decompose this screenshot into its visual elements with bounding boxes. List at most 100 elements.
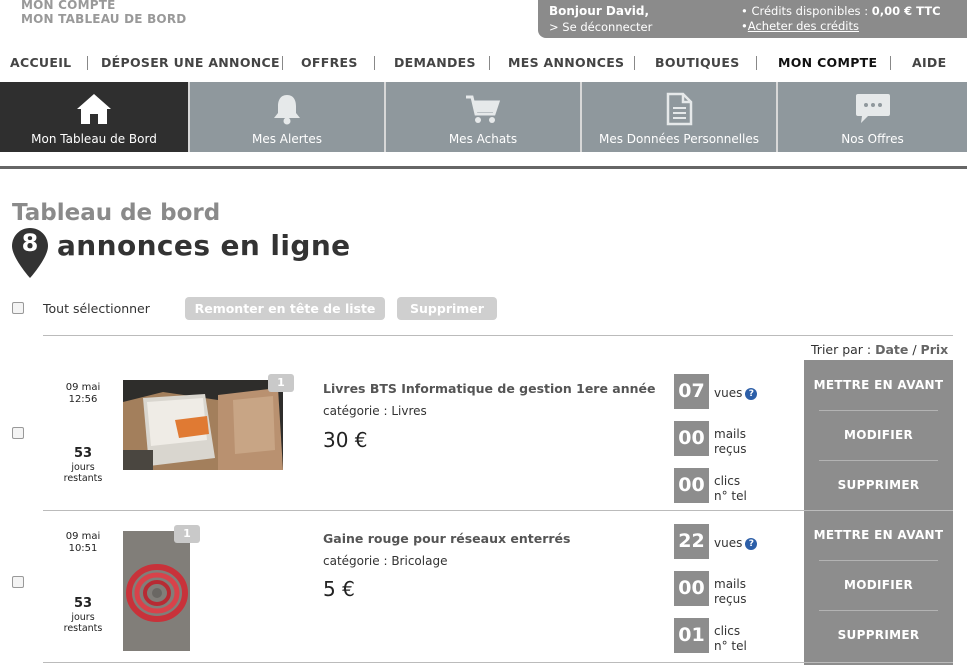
nav-separator <box>634 56 635 70</box>
listing-photo[interactable] <box>123 531 190 651</box>
mails-label: mails reçus <box>714 577 747 607</box>
action-separator <box>819 560 938 561</box>
chat-bubble-icon <box>854 92 892 129</box>
listing-date-day: 09 mai <box>65 531 101 542</box>
mails-count: 00 <box>674 571 709 606</box>
user-greeting: Bonjour David, <box>549 4 650 18</box>
nav-home[interactable]: ACCUEIL <box>10 55 71 70</box>
listing-title[interactable]: Livres BTS Informatique de gestion 1ere … <box>323 381 655 396</box>
help-icon[interactable]: ? <box>745 388 758 400</box>
tab-purchases[interactable]: Mes Achats <box>386 82 580 152</box>
help-icon[interactable]: ? <box>745 538 758 550</box>
document-icon <box>664 92 694 129</box>
main-nav: ACCUEIL DÉPOSER UNE ANNONCE OFFRES DEMAN… <box>0 54 967 74</box>
listing-row: 09 mai 10:51 53 jours restants 1 Gaine roug… <box>0 511 967 665</box>
feature-button[interactable]: METTRE EN AVANT <box>804 528 953 542</box>
sort-by-price[interactable]: Prix <box>921 342 949 357</box>
mails-l2: reçus <box>714 592 747 606</box>
mails-label: mails reçus <box>714 427 747 457</box>
days-left-l1: jours <box>71 612 95 623</box>
listing-price: 30 € <box>323 428 368 452</box>
views-count: 07 <box>674 374 709 409</box>
section-divider <box>0 166 967 169</box>
account-tabs: Mon Tableau de Bord Mes Alertes Mes Acha… <box>0 82 967 152</box>
mails-l1: mails <box>714 427 746 441</box>
tab-purchases-label: Mes Achats <box>448 132 518 146</box>
mails-l2: reçus <box>714 442 747 456</box>
action-separator <box>819 410 938 411</box>
home-icon <box>75 92 113 129</box>
edit-button[interactable]: MODIFIER <box>804 428 953 442</box>
views-label: vues <box>714 386 743 400</box>
mails-l1: mails <box>714 577 746 591</box>
row-divider <box>43 662 953 663</box>
tab-alerts[interactable]: Mes Alertes <box>190 82 384 152</box>
list-divider <box>43 335 953 336</box>
action-separator <box>819 460 938 461</box>
sort-separator: / <box>908 342 921 357</box>
listing-days-left: 53 jours restants <box>57 596 109 634</box>
nav-help[interactable]: AIDE <box>912 55 946 70</box>
listing-actions: METTRE EN AVANT MODIFIER SUPPRIMER <box>804 360 953 510</box>
feature-button[interactable]: METTRE EN AVANT <box>804 378 953 392</box>
clicks-label: clics n° tel <box>714 624 747 654</box>
select-all-label[interactable]: Tout sélectionner <box>43 301 150 316</box>
breadcrumb: MON COMPTE MON TABLEAU DE BORD <box>21 0 186 26</box>
nav-shops[interactable]: BOUTIQUES <box>655 55 740 70</box>
buy-credits-bullet: • <box>741 19 748 33</box>
credits-value: 0,00 € TTC <box>871 4 941 18</box>
tab-dashboard[interactable]: Mon Tableau de Bord <box>0 82 188 152</box>
views-count: 22 <box>674 524 709 559</box>
days-left-value: 53 <box>73 446 93 461</box>
listing-checkbox[interactable] <box>12 427 24 439</box>
delete-selected-button[interactable]: Supprimer <box>397 297 497 320</box>
tab-alerts-label: Mes Alertes <box>251 132 322 146</box>
listing-row: 09 mai 12:56 53 jours restants 1 Livres BTS… <box>0 360 967 510</box>
delete-button[interactable]: SUPPRIMER <box>804 478 953 492</box>
listing-date-time: 10:51 <box>68 543 98 554</box>
days-left-value: 53 <box>73 596 93 611</box>
listing-actions: METTRE EN AVANT MODIFIER SUPPRIMER <box>804 511 953 665</box>
buy-credits-link[interactable]: Acheter des crédits <box>748 19 859 33</box>
breadcrumb-dashboard: MON TABLEAU DE BORD <box>21 12 187 26</box>
buy-credits-row: • Acheter des crédits <box>741 19 859 33</box>
clicks-count: 00 <box>674 468 709 503</box>
delete-button[interactable]: SUPPRIMER <box>804 628 953 642</box>
views-label: vues <box>714 536 743 550</box>
user-panel: Bonjour David, > Se déconnecter • Crédit… <box>538 0 967 38</box>
listing-days-left: 53 jours restants <box>57 446 109 484</box>
nav-requests[interactable]: DEMANDES <box>394 55 476 70</box>
photo-count-badge: 1 <box>268 374 294 392</box>
mails-count: 00 <box>674 421 709 456</box>
views-label-row: vues? <box>714 536 758 551</box>
listing-photo[interactable] <box>123 380 283 470</box>
cart-icon <box>464 92 502 129</box>
breadcrumb-account[interactable]: MON COMPTE <box>21 0 186 12</box>
nav-my-ads[interactable]: MES ANNONCES <box>508 55 624 70</box>
sort-by-date[interactable]: Date <box>875 342 908 357</box>
nav-separator <box>87 56 88 70</box>
page-title: Tableau de bord <box>12 200 221 226</box>
nav-offers[interactable]: OFFRES <box>301 55 358 70</box>
select-all-checkbox[interactable] <box>12 302 24 314</box>
credits-info: • Crédits disponibles : 0,00 € TTC <box>741 4 941 18</box>
page-subtitle: annonces en ligne <box>57 229 351 262</box>
sort-controls: Trier par : Date / Prix <box>811 342 948 357</box>
clicks-l2: n° tel <box>714 639 747 653</box>
listing-title[interactable]: Gaine rouge pour réseaux enterrés <box>323 531 570 546</box>
tab-personal-data[interactable]: Mes Données Personnelles <box>582 82 776 152</box>
count-pin-icon: 8 <box>12 228 48 282</box>
nav-post-ad[interactable]: DÉPOSER UNE ANNONCE <box>101 55 280 70</box>
logout-link[interactable]: > Se déconnecter <box>549 20 652 34</box>
tab-our-offers[interactable]: Nos Offres <box>778 82 967 152</box>
nav-my-account[interactable]: MON COMPTE <box>778 55 877 70</box>
nav-separator <box>756 56 757 70</box>
nav-separator <box>489 56 490 70</box>
clicks-label: clics n° tel <box>714 474 747 504</box>
bump-to-top-button[interactable]: Remonter en tête de liste <box>185 297 385 320</box>
credits-label: • Crédits disponibles : <box>741 4 872 18</box>
tab-our-offers-label: Nos Offres <box>841 132 904 146</box>
nav-separator <box>282 56 283 70</box>
listing-checkbox[interactable] <box>12 576 24 588</box>
edit-button[interactable]: MODIFIER <box>804 578 953 592</box>
